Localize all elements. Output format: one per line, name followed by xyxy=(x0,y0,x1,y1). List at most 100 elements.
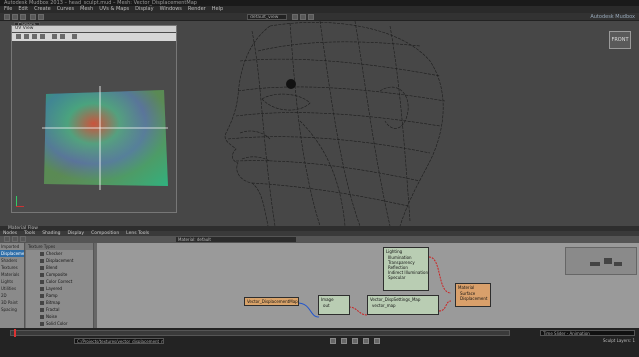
category-item[interactable]: Materials xyxy=(0,271,24,278)
material-node-title: Material xyxy=(458,285,475,290)
flow-new-icon[interactable] xyxy=(4,236,10,242)
category-item[interactable]: Shaders xyxy=(0,257,24,264)
menu-item[interactable]: Display xyxy=(135,6,153,13)
menu-item[interactable]: Render xyxy=(188,6,206,13)
view-icon[interactable] xyxy=(292,14,298,20)
library-item-label: Displacement xyxy=(46,258,74,263)
first-frame-icon[interactable] xyxy=(330,338,336,344)
library-item-label: Noise xyxy=(46,314,58,319)
new-file-icon[interactable] xyxy=(4,14,10,20)
library-item[interactable]: Bitmap xyxy=(26,299,93,306)
library-item[interactable]: Layered xyxy=(26,285,93,292)
library-item-label: Bitmap xyxy=(46,300,61,305)
library-item[interactable]: Ramp xyxy=(26,292,93,299)
grid-icon[interactable] xyxy=(300,14,306,20)
category-item[interactable]: 2D xyxy=(0,292,24,299)
library-item-label: Layered xyxy=(46,286,63,291)
lighting-node-title: Lighting xyxy=(386,249,403,254)
library-item[interactable]: Solid Color xyxy=(26,320,93,327)
displacement-node-prop: vector_map xyxy=(372,303,396,308)
time-slider[interactable] xyxy=(10,330,510,336)
uv-move-icon[interactable] xyxy=(24,34,29,39)
category-item[interactable]: Imported xyxy=(0,243,24,250)
menu-item[interactable]: UVs & Maps xyxy=(99,6,129,13)
redo-icon[interactable] xyxy=(38,14,44,20)
wireframe-icon[interactable] xyxy=(308,14,314,20)
node-type-icon xyxy=(40,265,44,270)
category-item[interactable]: Displacements xyxy=(0,250,24,257)
play-icon[interactable] xyxy=(352,338,358,344)
flow-layout-icon[interactable] xyxy=(20,236,26,242)
uv-grid-icon[interactable] xyxy=(52,34,57,39)
save-icon[interactable] xyxy=(20,14,26,20)
menu-item[interactable]: Edit xyxy=(18,6,28,13)
library-item-label: Fractal xyxy=(46,307,60,312)
texture-node-title: Vector_DisplacementMap xyxy=(247,299,298,304)
file-path-field[interactable]: C:/Projects/textures/vector_displacement… xyxy=(74,338,164,344)
library-item[interactable]: Fractal xyxy=(26,306,93,313)
category-item[interactable]: Textures xyxy=(0,264,24,271)
menu-item[interactable]: Curves xyxy=(57,6,74,13)
node-type-icon xyxy=(40,300,44,305)
category-item[interactable]: Lights xyxy=(0,278,24,285)
uv-checker-icon[interactable] xyxy=(60,34,65,39)
displacement-settings-node[interactable]: Vector_DispSettings_Map vector_map xyxy=(367,295,439,315)
menu-item[interactable]: File xyxy=(4,6,12,13)
category-item[interactable]: Spacing xyxy=(0,306,24,313)
menu-bar: File Edit Create Curves Mesh UVs & Maps Displa… xyxy=(0,6,639,13)
camera-field[interactable]: default_view xyxy=(247,14,287,20)
menu-item[interactable]: Create xyxy=(34,6,51,13)
timeline-bar: Time Slider - Animation C:/Projects/text… xyxy=(0,328,639,357)
node-type-icon xyxy=(40,279,44,284)
library-item[interactable]: Blend xyxy=(26,264,93,271)
material-flow-panel: Material Flow Nodes Tools Shading Display Co… xyxy=(0,226,639,340)
brand-label: Autodesk Mudbox xyxy=(590,14,635,20)
flow-path-field[interactable]: Material: default xyxy=(176,237,296,242)
node-graph-canvas[interactable]: Vector_DisplacementMap Image out Vector_… xyxy=(97,243,639,328)
library-item[interactable]: Checker xyxy=(26,250,93,257)
prev-frame-icon[interactable] xyxy=(341,338,347,344)
menu-item[interactable]: Mesh xyxy=(80,6,93,13)
uv-select-icon[interactable] xyxy=(16,34,21,39)
material-node[interactable]: Material Surface Displacement xyxy=(455,283,491,307)
view-cube[interactable]: FRONT xyxy=(609,31,631,49)
graph-navigator[interactable] xyxy=(565,247,637,275)
library-item[interactable]: Color Correct xyxy=(26,278,93,285)
node-connections xyxy=(296,256,452,318)
next-frame-icon[interactable] xyxy=(363,338,369,344)
category-item[interactable]: 3D Paint xyxy=(0,299,24,306)
3d-viewport[interactable]: Camera xyxy=(0,21,639,226)
uv-zoom-icon[interactable] xyxy=(72,34,77,39)
uv-scale-icon[interactable] xyxy=(40,34,45,39)
node-library: Texture Types Checker Displacement Blend Co… xyxy=(26,243,94,340)
menu-item[interactable]: Windows xyxy=(160,6,182,13)
menu-item[interactable]: Help xyxy=(212,6,223,13)
library-item[interactable]: Displacement xyxy=(26,257,93,264)
undo-icon[interactable] xyxy=(30,14,36,20)
image-node-title: Image xyxy=(321,297,334,302)
x-axis-indicator xyxy=(16,206,24,207)
uv-rotate-icon[interactable] xyxy=(32,34,37,39)
library-item-label: Color Correct xyxy=(46,279,73,284)
library-item-label: Blend xyxy=(46,265,58,270)
status-text: Sculpt Layers: 1 xyxy=(602,338,635,343)
node-type-icon xyxy=(40,314,44,319)
image-node[interactable]: Image out xyxy=(318,295,350,315)
category-list: ImportedDisplacementsShadersTexturesMate… xyxy=(0,243,25,328)
library-item-label: Solid Color xyxy=(46,321,68,326)
displacement-map-preview xyxy=(42,86,168,190)
displacement-node-title: Vector_DispSettings_Map xyxy=(370,297,421,302)
uv-panel-title: UV View xyxy=(12,26,176,32)
library-item[interactable]: Noise xyxy=(26,313,93,320)
time-marker[interactable] xyxy=(14,329,16,337)
open-file-icon[interactable] xyxy=(12,14,18,20)
category-item[interactable]: Utilities xyxy=(0,285,24,292)
last-frame-icon[interactable] xyxy=(374,338,380,344)
texture-node[interactable]: Vector_DisplacementMap xyxy=(244,297,299,306)
lighting-node[interactable]: Lighting Illumination Transparency Refle… xyxy=(383,247,429,291)
app-window: Autodesk Mudbox 2013 – head_sculpt.mud –… xyxy=(0,0,639,357)
time-slider-label: Time Slider - Animation xyxy=(540,330,635,336)
main-toolbar: default_view Autodesk Mudbox xyxy=(0,13,639,21)
flow-delete-icon[interactable] xyxy=(12,236,18,242)
library-item[interactable]: Composite xyxy=(26,271,93,278)
